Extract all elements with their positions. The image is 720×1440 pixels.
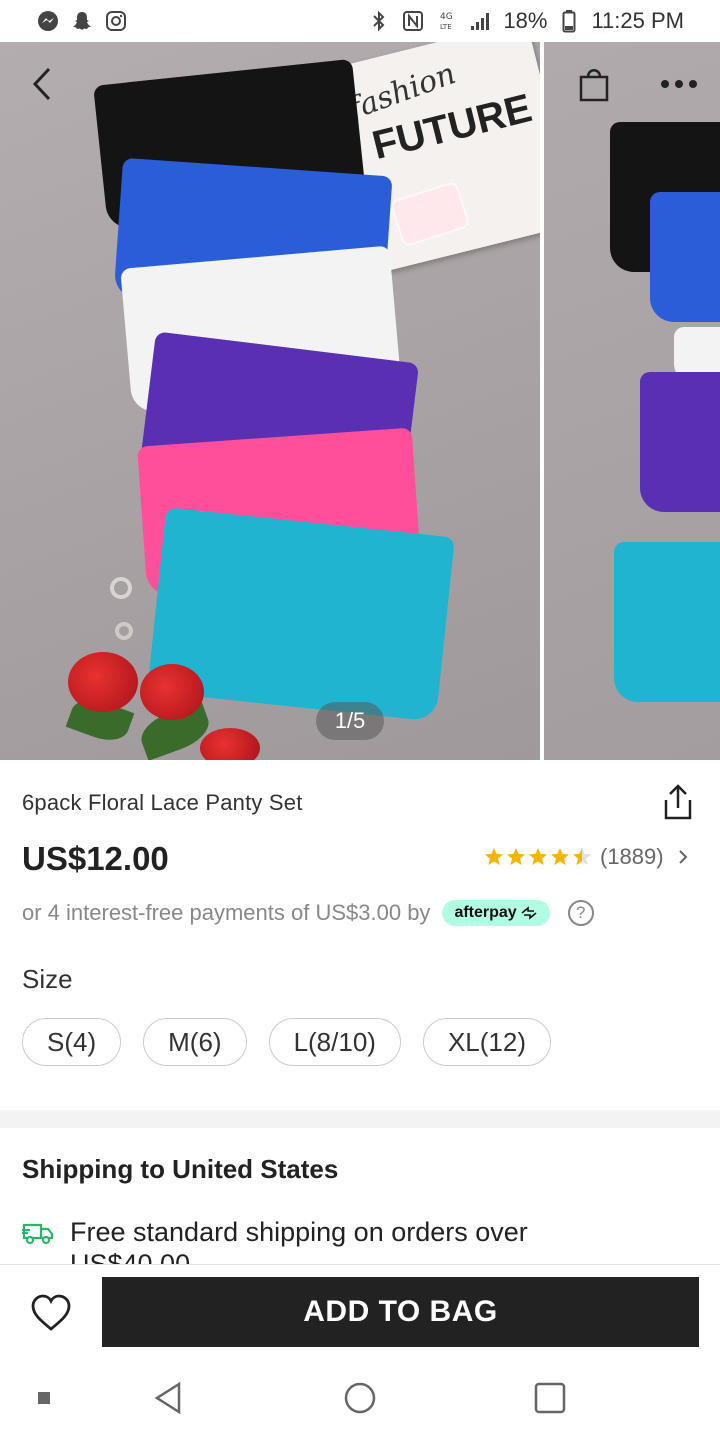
instagram-icon [104, 9, 128, 33]
wishlist-button[interactable] [30, 1293, 72, 1333]
triangle-back-icon [154, 1381, 181, 1415]
star-icon [485, 848, 503, 865]
back-button[interactable] [20, 62, 64, 106]
shipping-title: Shipping to United States [22, 1154, 339, 1184]
size-option-xl[interactable]: XL(12) [422, 1018, 551, 1066]
installment-info: or 4 interest-free payments of US$3.00 b… [22, 900, 594, 926]
star-icon [507, 848, 525, 865]
product-gallery[interactable]: fashion FUTURE 1/5 [0, 42, 720, 760]
star-icon [551, 848, 569, 865]
heart-icon [31, 1294, 71, 1331]
shipping-row: Free standard shipping on orders over US… [22, 1216, 590, 1268]
size-label: Size [22, 964, 73, 994]
ring-prop-2 [115, 622, 133, 640]
afterpay-arrows-icon [521, 906, 537, 920]
truck-icon [22, 1223, 54, 1245]
share-button[interactable] [660, 782, 696, 822]
image-page-indicator: 1/5 [316, 702, 384, 740]
square-recents-icon [534, 1382, 566, 1414]
installment-text: or 4 interest-free payments of US$3.00 b… [22, 900, 431, 925]
panty-blue-next [650, 192, 720, 322]
lte-icon: 4G LTE [435, 9, 459, 33]
product-image-main[interactable]: fashion FUTURE 1/5 [0, 42, 540, 760]
shopping-bag-icon [579, 69, 609, 102]
share-icon [664, 784, 692, 820]
chevron-right-icon [678, 850, 688, 864]
review-count: (1889) [600, 844, 664, 869]
rating-summary[interactable]: (1889) [484, 844, 692, 870]
nfc-icon [401, 9, 425, 33]
nav-dot-button[interactable] [24, 1378, 64, 1418]
product-info: 6pack Floral Lace Panty Set US$12.00 (18… [0, 760, 720, 1110]
product-price: US$12.00 [22, 840, 169, 877]
afterpay-badge[interactable]: afterpay [442, 900, 550, 926]
shipping-section: Shipping to United States Free standard … [0, 1128, 720, 1268]
afterpay-label: afterpay [454, 904, 517, 921]
nav-back-button[interactable] [148, 1378, 188, 1418]
chevron-left-icon [32, 67, 51, 101]
bluetooth-icon [367, 9, 391, 33]
svg-text:4G: 4G [440, 12, 453, 22]
star-rating [484, 847, 592, 867]
product-title: 6pack Floral Lace Panty Set [22, 790, 303, 815]
status-left-icons [36, 9, 128, 33]
more-dots-icon [661, 80, 697, 88]
size-options: S(4) M(6) L(8/10) XL(12) [22, 1018, 551, 1066]
panty-teal-next [614, 542, 720, 702]
messenger-icon [36, 9, 60, 33]
star-icon [529, 848, 547, 865]
action-bar: ADD TO BAG [0, 1264, 720, 1360]
shipping-text: Free standard shipping on orders over US… [70, 1217, 528, 1268]
panty-purple-next [640, 372, 720, 512]
android-nav-bar [0, 1360, 720, 1440]
help-icon[interactable]: ? [567, 900, 594, 926]
svg-text:LTE: LTE [440, 23, 452, 31]
size-option-s[interactable]: S(4) [22, 1018, 122, 1066]
shopping-bag-button[interactable] [572, 62, 616, 106]
signal-icon [469, 9, 493, 33]
nav-recents-button[interactable] [530, 1378, 570, 1418]
battery-icon [557, 9, 581, 33]
circle-home-icon [344, 1382, 376, 1414]
nav-home-button[interactable] [340, 1378, 380, 1418]
ring-prop [110, 577, 132, 599]
size-option-l[interactable]: L(8/10) [268, 1018, 401, 1066]
product-image-next[interactable] [544, 42, 720, 760]
status-bar: 4G LTE 18% 11:25 PM [0, 0, 720, 42]
status-right-icons: 4G LTE 18% 11:25 PM [367, 8, 684, 34]
size-option-m[interactable]: M(6) [143, 1018, 247, 1066]
battery-percent: 18% [503, 8, 548, 33]
half-star-icon [573, 848, 591, 865]
snapchat-icon [70, 9, 94, 33]
clock: 11:25 PM [591, 8, 684, 33]
add-to-bag-button[interactable]: ADD TO BAG [102, 1277, 699, 1347]
section-divider [0, 1110, 720, 1128]
small-square-icon [38, 1392, 50, 1404]
roses-prop [60, 642, 260, 760]
more-options-button[interactable] [654, 62, 704, 106]
